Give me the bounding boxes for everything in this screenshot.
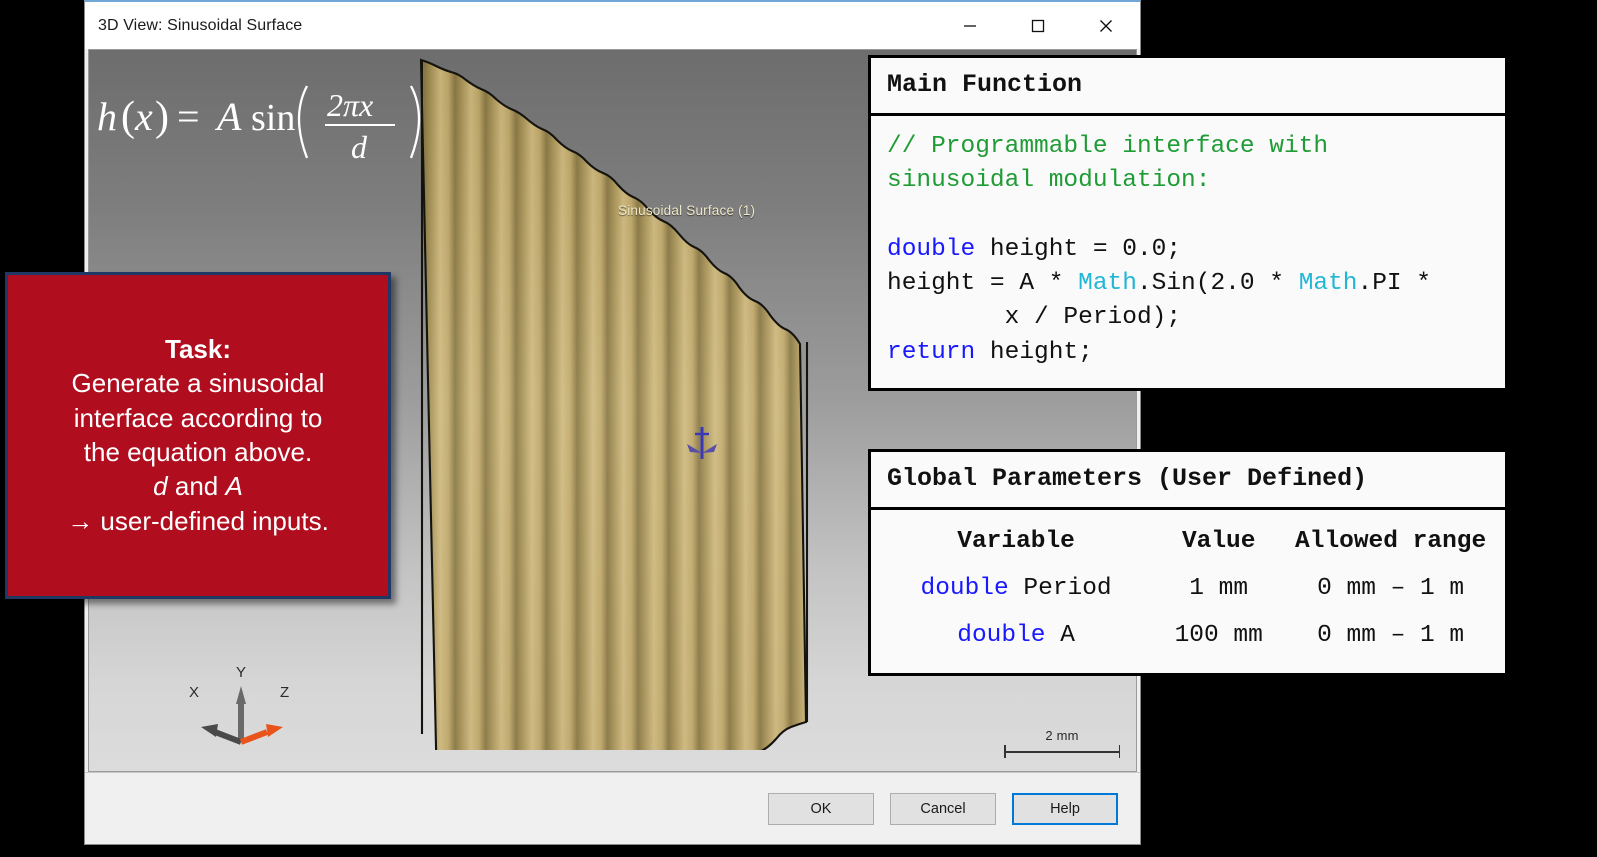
task-symbol-d: d — [153, 471, 168, 502]
global-parameters-panel: Global Parameters (User Defined) Variabl… — [868, 449, 1508, 676]
axis-y-label: Y — [236, 664, 247, 681]
window-controls — [936, 2, 1140, 49]
svg-text:): ) — [155, 94, 169, 140]
axis-z-arrow — [239, 724, 283, 745]
scale-bar: 2 mm — [1004, 728, 1120, 758]
parameters-table: Variable Value Allowed range double Peri… — [881, 518, 1495, 659]
main-function-header: Main Function — [868, 55, 1508, 116]
ok-button[interactable]: OK — [768, 792, 874, 825]
surface-fill — [421, 60, 806, 750]
task-line-3: the equation above. — [83, 436, 313, 467]
window-title: 3D View: Sinusoidal Surface — [98, 16, 303, 34]
row-1-value[interactable]: 100 mm — [1151, 612, 1286, 659]
close-button[interactable] — [1072, 2, 1140, 49]
axis-z-label: Z — [280, 684, 290, 701]
code-keyword-double: double — [887, 235, 976, 263]
title-bar: 3D View: Sinusoidal Surface — [85, 2, 1140, 49]
maximize-button[interactable] — [1004, 2, 1072, 49]
task-symbols-line: d and A — [153, 469, 243, 503]
maximize-icon — [1031, 19, 1045, 32]
task-symbol-and: and — [167, 471, 226, 502]
cancel-button[interactable]: Cancel — [890, 792, 996, 825]
help-button[interactable]: Help — [1012, 792, 1118, 825]
column-header-allowed-range: Allowed range — [1295, 528, 1487, 555]
svg-text:sin: sin — [251, 97, 295, 139]
minimize-icon — [964, 24, 976, 27]
table-row[interactable]: double Period 1 mm 0 mm – 1 m — [881, 565, 1495, 612]
task-title: Task: — [165, 334, 231, 365]
row-1-variable: double A — [881, 612, 1151, 659]
equation-lhs: h — [97, 94, 117, 139]
anchor-icon — [687, 427, 717, 459]
column-header-variable: Variable — [957, 528, 1075, 555]
row-0-name: Period — [1023, 575, 1112, 602]
scale-bar-label: 2 mm — [1045, 728, 1079, 743]
global-parameters-header: Global Parameters (User Defined) — [868, 449, 1508, 510]
close-icon — [1100, 19, 1112, 32]
row-1-keyword: double — [957, 622, 1046, 649]
dialog-button-bar: OK Cancel Help — [85, 772, 1140, 844]
axis-x-label: X — [189, 684, 200, 701]
equation-svg: h ( x ) = A sin 2πx d — [97, 85, 421, 165]
code-comment-1: // Programmable interface with — [887, 133, 1329, 160]
axis-x-arrow — [201, 724, 243, 745]
equation-numerator: 2πx — [327, 87, 373, 123]
task-line-1: Generate a sinusoidal — [71, 368, 325, 399]
scale-bar-cap-right — [1118, 745, 1120, 758]
paren-open — [297, 85, 309, 159]
axis-triad: X Y Z — [187, 664, 297, 755]
main-function-panel: Main Function // Programmable interface … — [868, 55, 1508, 392]
main-function-body: // Programmable interface with sinusoida… — [868, 116, 1508, 392]
row-0-variable: double Period — [881, 565, 1151, 612]
global-parameters-body: Variable Value Allowed range double Peri… — [868, 510, 1508, 676]
row-0-value[interactable]: 1 mm — [1151, 565, 1286, 612]
equation-denominator: d — [351, 129, 368, 164]
code-keyword-return: return — [887, 338, 976, 366]
row-0-range: 0 mm – 1 m — [1317, 575, 1465, 602]
svg-text:x: x — [134, 94, 153, 139]
axis-y-arrow — [236, 686, 246, 742]
table-header-row: Variable Value Allowed range — [881, 518, 1495, 565]
paren-close — [409, 85, 421, 159]
equation-overlay: h ( x ) = A sin 2πx d — [95, 72, 435, 165]
task-callout-box: Task: Generate a sinusoidal interface ac… — [5, 272, 391, 599]
screenshot-root: 3D View: Sinusoidal Surface h (x) = A … — [0, 0, 1597, 857]
task-symbol-a: A — [225, 471, 243, 502]
svg-text:(: ( — [121, 94, 135, 140]
minimize-button[interactable] — [936, 2, 1004, 49]
task-line-2: interface according to — [73, 402, 323, 433]
task-arrow-line: → user-defined inputs. — [67, 505, 329, 536]
code-class-math-2: Math — [1298, 270, 1358, 298]
origin-anchor-marker — [681, 425, 723, 470]
table-row[interactable]: double A 100 mm 0 mm – 1 m — [881, 612, 1495, 659]
svg-text:A: A — [214, 94, 242, 139]
surface-label: Sinusoidal Surface (1) — [618, 203, 756, 218]
scale-bar-line — [1004, 745, 1120, 758]
code-block[interactable]: // Programmable interface with sinusoida… — [871, 116, 1505, 388]
svg-text:=: = — [177, 94, 200, 139]
column-header-value: Value — [1181, 528, 1256, 555]
code-class-math-1: Math — [1078, 270, 1137, 298]
row-1-range: 0 mm – 1 m — [1317, 622, 1465, 649]
row-0-keyword: double — [920, 575, 1009, 602]
row-1-name: A — [1060, 622, 1075, 649]
code-comment-2: sinusoidal modulation: — [887, 167, 1211, 195]
